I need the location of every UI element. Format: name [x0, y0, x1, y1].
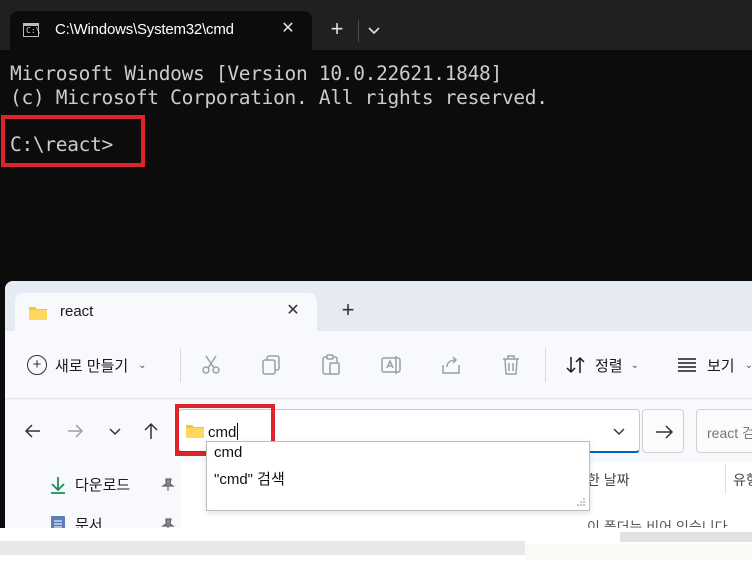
- share-icon[interactable]: [439, 353, 463, 377]
- terminal-tab-divider: [358, 20, 359, 42]
- toolbar-divider: [180, 348, 181, 382]
- terminal-tab-close-icon[interactable]: ✕: [276, 17, 300, 41]
- column-divider: [725, 464, 726, 494]
- terminal-new-tab-button[interactable]: +: [322, 14, 352, 44]
- explorer-new-tab-button[interactable]: +: [333, 295, 363, 325]
- cmd-icon-glyph: C:\: [26, 26, 41, 35]
- terminal-tab[interactable]: C:\ C:\Windows\System32\cmd ✕: [10, 11, 312, 50]
- resize-grip-icon[interactable]: [576, 497, 586, 507]
- sort-button[interactable]: 정렬 ⌄: [565, 349, 639, 381]
- recent-locations-chevron-icon[interactable]: [102, 418, 128, 444]
- cropped-bottom-area: [0, 528, 752, 564]
- explorer-tab[interactable]: react ✕: [15, 293, 317, 331]
- address-dropdown-chevron-icon[interactable]: [609, 421, 629, 441]
- forward-arrow-icon[interactable]: [62, 418, 88, 444]
- toolbar-divider: [545, 348, 546, 382]
- column-header-type[interactable]: 유형: [733, 470, 752, 490]
- cropped-strip: [620, 532, 752, 542]
- terminal-dropdown-chevron-icon[interactable]: [362, 16, 386, 44]
- suggestion-item[interactable]: "cmd" 검색: [214, 468, 285, 489]
- sort-icon: [566, 356, 585, 374]
- go-button[interactable]: [642, 409, 684, 453]
- cmd-icon: C:\: [23, 23, 41, 37]
- cut-icon[interactable]: [199, 353, 223, 377]
- suggestion-item[interactable]: cmd: [214, 444, 242, 461]
- terminal-tab-title: C:\Windows\System32\cmd: [55, 21, 234, 38]
- file-explorer-window: react ✕ + + 새로 만들기 ⌄ 정렬 ⌄ 보기 ⌄ cmd react…: [5, 281, 752, 564]
- up-arrow-icon[interactable]: [138, 418, 164, 444]
- explorer-command-bar: + 새로 만들기 ⌄ 정렬 ⌄ 보기 ⌄: [5, 331, 752, 399]
- nav-item-label: 다운로드: [75, 477, 131, 494]
- explorer-tabbar: react ✕ +: [5, 281, 752, 331]
- go-arrow-icon: [656, 425, 674, 439]
- pin-icon: [161, 478, 175, 491]
- plus-circle-icon: +: [27, 355, 47, 375]
- paste-icon[interactable]: [319, 353, 343, 377]
- view-list-icon: [678, 358, 696, 372]
- terminal-line-copyright: (c) Microsoft Corporation. All rights re…: [10, 86, 548, 109]
- folder-icon: [29, 307, 47, 320]
- new-item-button[interactable]: + 새로 만들기 ⌄: [27, 349, 147, 381]
- chevron-down-icon: ⌄: [630, 359, 639, 371]
- download-icon: [51, 476, 65, 494]
- rename-icon[interactable]: [379, 353, 403, 377]
- nav-item-downloads[interactable]: 다운로드: [49, 474, 130, 495]
- terminal-titlebar: C:\ C:\Windows\System32\cmd ✕ +: [0, 0, 752, 50]
- cropped-strip: [0, 541, 525, 555]
- back-arrow-icon[interactable]: [20, 418, 46, 444]
- delete-icon[interactable]: [499, 353, 523, 377]
- sort-label: 정렬: [595, 357, 623, 375]
- view-button[interactable]: 보기 ⌄: [677, 349, 752, 381]
- new-item-label: 새로 만들기: [55, 357, 129, 375]
- address-suggestions-dropdown: cmd "cmd" 검색: [206, 441, 590, 511]
- view-label: 보기: [707, 357, 735, 375]
- explorer-tab-close-icon[interactable]: ✕: [281, 299, 305, 323]
- cropped-strip: [525, 544, 752, 560]
- search-input[interactable]: react 검색: [696, 409, 752, 453]
- explorer-tab-title: react: [60, 303, 94, 320]
- column-header-date[interactable]: 한 날짜: [587, 470, 630, 490]
- chevron-down-icon: ⌄: [138, 359, 147, 371]
- terminal-line-version: Microsoft Windows [Version 10.0.22621.18…: [10, 62, 502, 85]
- search-placeholder: react 검색: [707, 425, 752, 441]
- copy-icon[interactable]: [259, 353, 283, 377]
- terminal-output[interactable]: Microsoft Windows [Version 10.0.22621.18…: [0, 50, 752, 290]
- chevron-down-icon: ⌄: [744, 359, 752, 371]
- highlight-box-prompt: [1, 115, 145, 167]
